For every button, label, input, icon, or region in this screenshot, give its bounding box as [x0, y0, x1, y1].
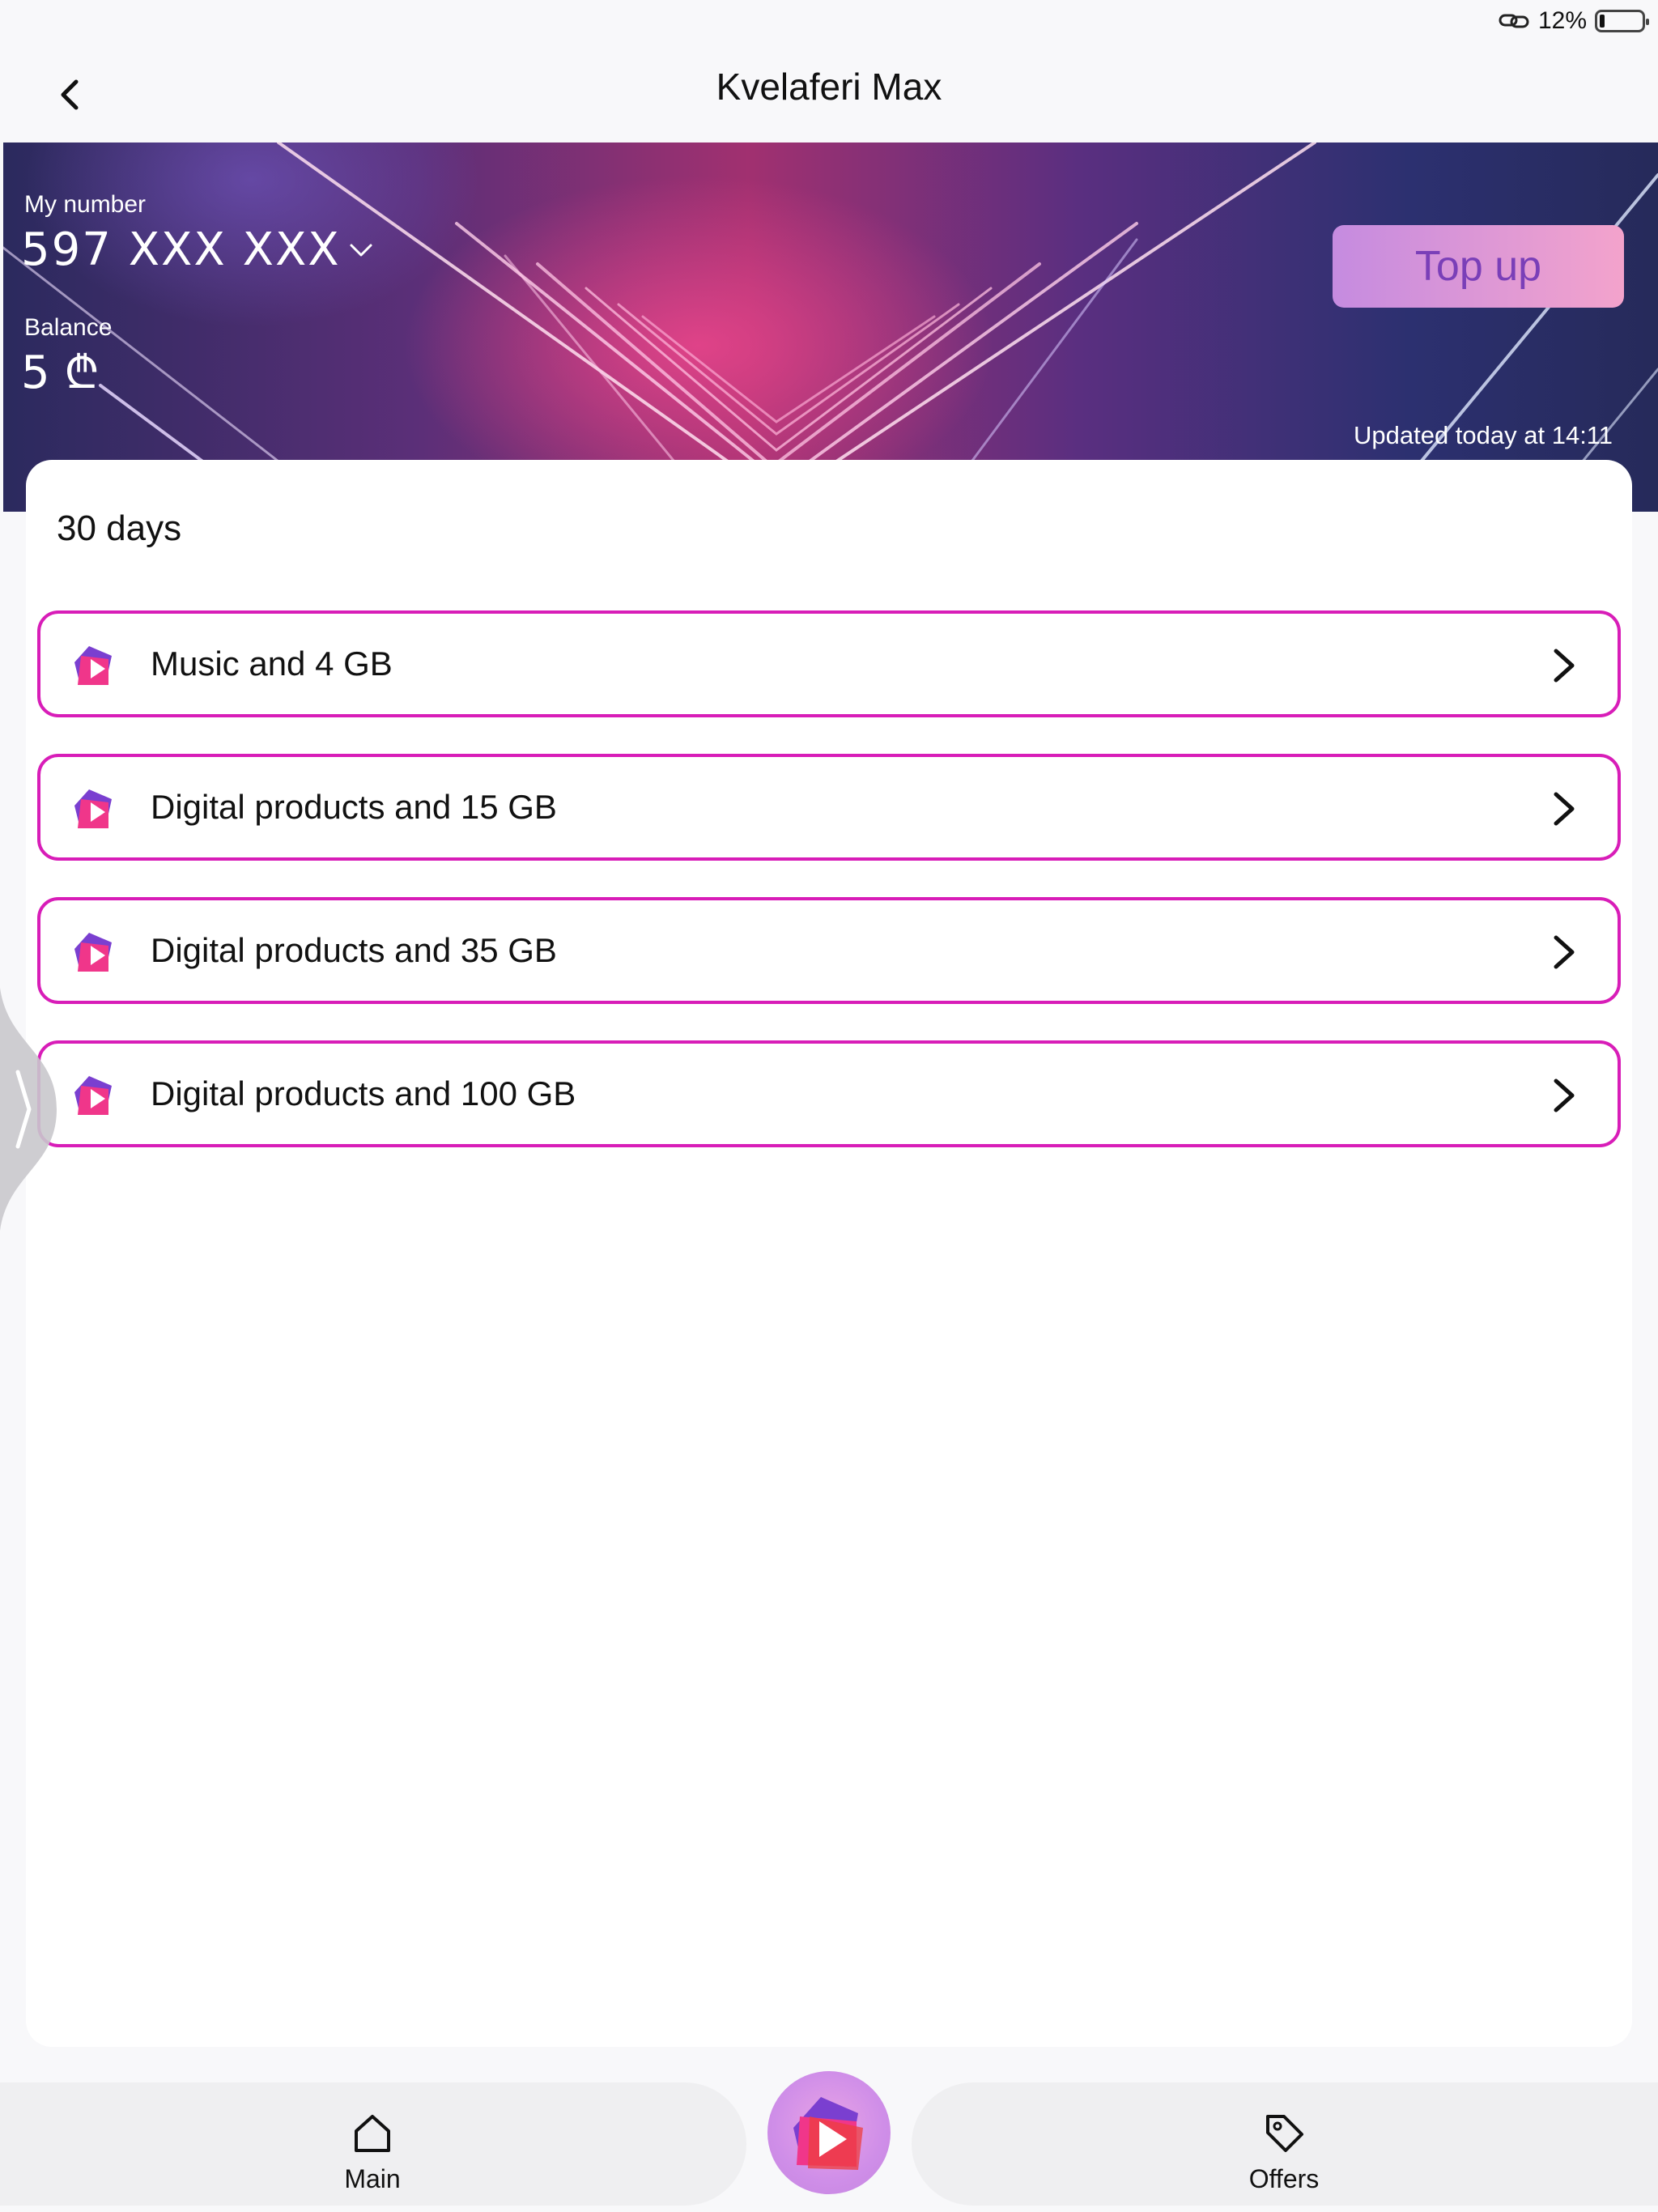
- side-panel-handle[interactable]: [0, 988, 58, 1231]
- my-number-label: My number: [24, 191, 147, 218]
- offer-label: Digital products and 100 GB: [151, 1074, 576, 1112]
- offer-label: Digital products and 35 GB: [151, 931, 557, 969]
- nav-main-label: Main: [344, 2164, 401, 2193]
- nav-main[interactable]: Main: [0, 2082, 746, 2206]
- bottom-navigation: Main Offers: [0, 2071, 1658, 2212]
- top-up-button[interactable]: Top up: [1333, 225, 1624, 308]
- neon-background-graphic: [3, 143, 1658, 512]
- offer-item-digital-35gb[interactable]: Digital products and 35 GB: [37, 897, 1621, 1004]
- number-selector[interactable]: 597 XXX XXX: [21, 223, 373, 276]
- play-logo-icon: [793, 2097, 863, 2170]
- chevron-right-icon: [1554, 649, 1575, 683]
- nav-offers-item: Offers: [1203, 2112, 1365, 2194]
- offer-logo-icon: [74, 646, 112, 685]
- chevron-right-icon: [1554, 935, 1575, 969]
- phone-number: 597 XXX XXX: [21, 223, 341, 276]
- offers-card: 30 days Music and 4 GB Digital products …: [26, 460, 1632, 2047]
- offer-logo-icon: [74, 933, 112, 972]
- offer-item-digital-15gb[interactable]: Digital products and 15 GB: [37, 754, 1621, 861]
- nav-offers[interactable]: Offers: [912, 2082, 1658, 2206]
- chevron-right-icon: [1554, 1078, 1575, 1112]
- status-bar: 12%: [0, 0, 1658, 42]
- account-banner: My number 597 XXX XXX Balance 5 ₾ Top up…: [3, 143, 1658, 512]
- updated-timestamp: Updated today at 14:11: [1353, 421, 1613, 449]
- offer-logo-icon: [74, 1076, 112, 1115]
- home-icon: [355, 2115, 390, 2152]
- link-icon: [1499, 14, 1529, 28]
- battery-level: [1600, 15, 1605, 28]
- battery-percent: 12%: [1537, 7, 1587, 34]
- balance-label: Balance: [24, 314, 113, 341]
- play-logo-button[interactable]: [767, 2071, 891, 2194]
- balance-value: 5 ₾: [21, 347, 100, 399]
- side-handle-graphic: [0, 988, 57, 1231]
- status-indicators: 12%: [1498, 6, 1649, 36]
- offer-item-music-4gb[interactable]: Music and 4 GB: [37, 610, 1621, 717]
- offer-item-digital-100gb[interactable]: Digital products and 100 GB: [37, 1040, 1621, 1147]
- offer-label: Digital products and 15 GB: [151, 788, 557, 826]
- battery-icon: [1595, 10, 1649, 32]
- chevron-down-icon: [350, 244, 372, 256]
- page-title: Kvelaferi Max: [716, 66, 942, 108]
- offer-label: Music and 4 GB: [151, 644, 393, 683]
- chevron-right-icon: [1554, 792, 1575, 826]
- section-title: 30 days: [57, 508, 182, 548]
- nav-offers-label: Offers: [1248, 2164, 1320, 2193]
- header: Kvelaferi Max: [0, 42, 1658, 143]
- nav-main-item: Main: [291, 2112, 453, 2194]
- offer-logo-icon: [74, 789, 112, 828]
- tag-icon: [1266, 2115, 1303, 2152]
